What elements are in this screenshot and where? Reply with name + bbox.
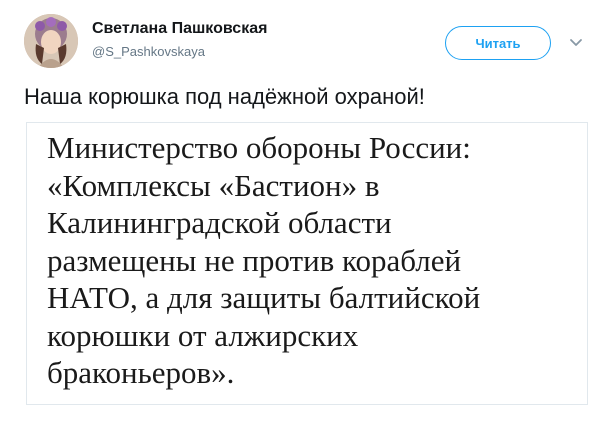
- avatar[interactable]: [24, 14, 78, 68]
- author-handle[interactable]: @S_Pashkovskaya: [92, 44, 205, 59]
- quote-image[interactable]: Министерство обороны России: «Комплексы …: [26, 122, 588, 405]
- author-name[interactable]: Светлана Пашковская: [92, 20, 267, 38]
- avatar-image: [24, 14, 78, 68]
- quote-line: размещены не против кораблей: [47, 242, 462, 278]
- tweet-card: Светлана Пашковская @S_Pashkovskaya Чита…: [0, 0, 616, 422]
- quote-line: Министерство обороны России:: [47, 130, 471, 165]
- quote-line: корюшки от алжирских: [47, 317, 359, 353]
- quote-line: браконьеров».: [47, 355, 235, 390]
- quote-line: НАТО, а для защиты балтийской: [47, 280, 481, 315]
- follow-button[interactable]: Читать: [445, 26, 551, 60]
- quote-line: Калининградской области: [47, 205, 392, 240]
- quote-text: Министерство обороны России: «Комплексы …: [47, 129, 587, 392]
- tweet-text: Наша корюшка под надёжной охраной!: [24, 84, 425, 109]
- quote-line: «Комплексы «Бастион» в: [47, 167, 380, 203]
- chevron-down-icon[interactable]: [569, 38, 583, 48]
